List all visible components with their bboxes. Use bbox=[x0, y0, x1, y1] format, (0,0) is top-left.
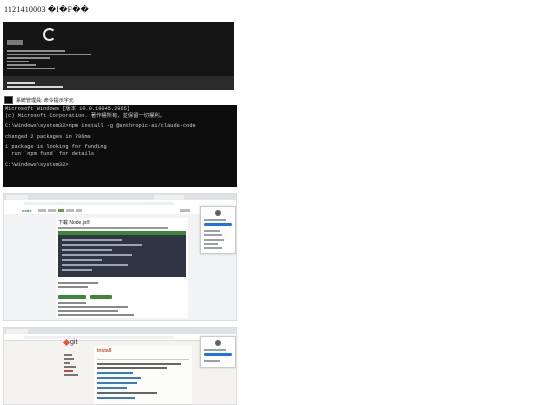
nodejs-page-heading: 下載 Node.js® bbox=[58, 220, 91, 226]
terminal-prompt: C:\Windows\system32> bbox=[5, 161, 69, 168]
terminal-window-title: 系統管理員: 命令提示字元 bbox=[4, 95, 74, 105]
nodejs-logo: node bbox=[22, 208, 32, 213]
nodejs-download-content: 下載 Node.js® bbox=[56, 218, 188, 318]
terminal-line: C:\Windows\system32>npm install -g @anth… bbox=[5, 123, 196, 130]
git-diamond-icon bbox=[62, 338, 71, 347]
console-screenshot-thumbnail bbox=[3, 22, 234, 90]
git-logo: git bbox=[62, 338, 77, 347]
git-page-heading: Install bbox=[97, 348, 112, 354]
git-os-tabs bbox=[97, 356, 189, 360]
browser-profile-popup bbox=[200, 336, 236, 368]
console-output-lines bbox=[7, 48, 127, 71]
terminal-window[interactable]: Microsoft Windows [版本 10.0.19045.2965] (… bbox=[3, 105, 237, 187]
app-logo-icon bbox=[43, 28, 56, 41]
terminal-line: (c) Microsoft Corporation. 著作權所有，並保留一切權利… bbox=[5, 112, 165, 119]
terminal-title-text: 系統管理員: 命令提示字元 bbox=[16, 97, 74, 104]
git-install-content: Install bbox=[94, 346, 192, 404]
avatar bbox=[215, 210, 221, 216]
cmd-icon bbox=[4, 96, 13, 104]
avatar bbox=[215, 340, 221, 346]
nodejs-download-button-2[interactable] bbox=[90, 295, 112, 299]
browser-git-screenshot: git Install bbox=[3, 327, 237, 405]
browser-profile-popup bbox=[200, 206, 236, 254]
terminal-line: changed 2 packages in 706ms bbox=[5, 133, 91, 140]
nodejs-download-button[interactable] bbox=[58, 295, 86, 299]
terminal-line: Microsoft Windows [版本 10.0.19045.2965] bbox=[5, 106, 131, 112]
terminal-line: 1 package is looking for funding bbox=[5, 144, 107, 151]
page-title: 1121410003 �I�F�� bbox=[4, 5, 90, 14]
profile-sync-button[interactable] bbox=[204, 223, 232, 226]
browser-nodejs-screenshot: node 下載 Node.js® bbox=[3, 193, 237, 321]
console-tab bbox=[7, 40, 23, 45]
profile-sync-button[interactable] bbox=[204, 353, 232, 356]
console-status-band bbox=[3, 76, 234, 90]
nodejs-code-block bbox=[58, 235, 186, 277]
terminal-line: run `npm fund` for details bbox=[5, 150, 95, 157]
